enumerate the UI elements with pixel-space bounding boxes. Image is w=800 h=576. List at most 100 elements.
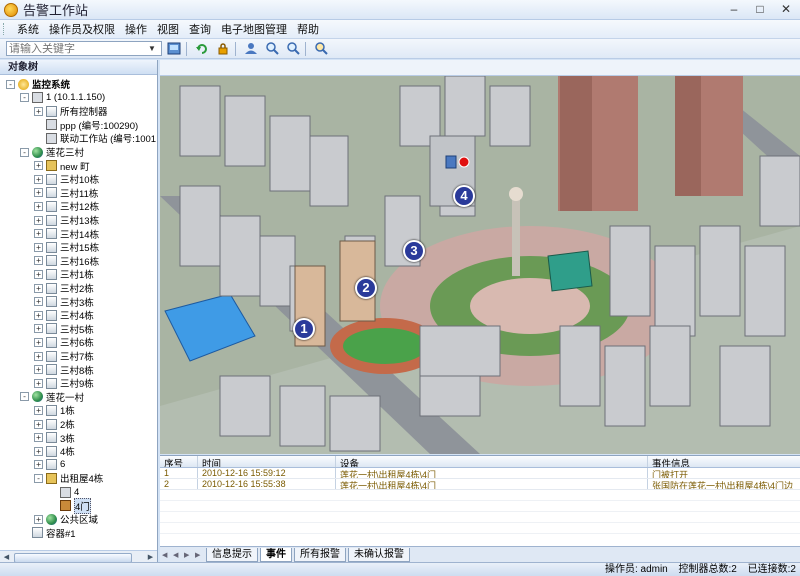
tab-prev-icon[interactable]: ◀ [173,551,182,559]
tree-node[interactable]: 4门 [48,497,91,514]
menu-view[interactable]: 视图 [152,21,184,37]
tree-node[interactable]: + 公共区域 [34,513,98,526]
expand-icon[interactable]: + [34,446,43,456]
expand-icon[interactable]: + [34,283,43,293]
tab-first-icon[interactable]: ◀ [162,551,171,559]
expand-icon[interactable]: + [34,201,43,211]
tree-node[interactable]: + 三村11栋 [34,187,98,200]
col-index[interactable]: 序号 [160,456,198,467]
collapse-icon[interactable]: - [6,79,15,89]
menu-help[interactable]: 帮助 [292,21,324,37]
search-input[interactable] [7,42,145,55]
tree-node[interactable]: + 所有控制器 [34,105,108,118]
menu-query[interactable]: 查询 [184,21,216,37]
tab-next-icon[interactable]: ▶ [184,551,193,559]
expand-icon[interactable]: + [34,161,43,171]
tree-node[interactable]: +3栋 [34,432,75,445]
tree-node[interactable]: +4栋 [34,445,75,458]
col-device[interactable]: 设备 [336,456,648,467]
chevron-down-icon[interactable]: ▼ [145,42,159,55]
tree-node[interactable]: + 三村12栋 [34,200,99,213]
col-time[interactable]: 时间 [198,456,336,467]
expand-icon[interactable]: + [34,514,43,524]
expand-icon[interactable]: + [34,106,43,116]
tree-node[interactable]: + 三村5栋 [34,323,94,336]
tree-node[interactable]: - 莲花一村 [20,391,84,404]
tree-node[interactable]: +6 [34,459,65,471]
collapse-icon[interactable]: - [20,147,29,157]
maximize-button[interactable]: □ [750,2,770,17]
menu-emap[interactable]: 电子地图管理 [216,21,292,37]
expand-icon[interactable]: + [34,351,43,361]
map-marker-3[interactable]: 3 [403,240,425,262]
expand-icon[interactable]: + [34,310,43,320]
expand-icon[interactable]: + [34,405,43,415]
tab-unconfirmed-alarms[interactable]: 未确认报警 [348,547,410,562]
expand-icon[interactable]: + [34,378,43,388]
tree-node[interactable]: + 三村13栋 [34,214,99,227]
expand-icon[interactable]: + [34,460,43,470]
map-button[interactable] [165,41,183,57]
expand-icon[interactable]: + [34,419,43,429]
lock-button[interactable] [214,41,232,57]
expand-icon[interactable]: + [34,242,43,252]
tree-node[interactable]: 4 [48,486,79,498]
tree-node[interactable]: +1栋 [34,404,75,417]
tree-node[interactable]: - 监控系统 [6,78,70,91]
refresh-button[interactable] [193,41,211,57]
search-combobox[interactable]: ▼ [6,41,162,56]
tree-node[interactable]: + 三村7栋 [34,350,94,363]
tree-node[interactable]: + 三村4栋 [34,309,94,322]
expand-icon[interactable]: + [34,324,43,334]
expand-icon[interactable]: + [34,215,43,225]
tab-last-icon[interactable]: ▶ [195,551,204,559]
tree-node[interactable]: 联动工作站 (编号:1001 [34,132,156,145]
user-button[interactable] [242,41,260,57]
table-row[interactable]: 2 2010-12-16 15:55:38 莲花一村\出租屋4栋\4门 张国防在… [160,479,800,490]
tab-events[interactable]: 事件 [260,547,292,562]
expand-icon[interactable]: + [34,433,43,443]
tree-node[interactable]: - 莲花三村 [20,146,84,159]
expand-icon[interactable]: + [34,297,43,307]
expand-icon[interactable]: + [34,229,43,239]
tree-node[interactable]: +2栋 [34,418,75,431]
electronic-map[interactable]: 1 2 3 4 [160,76,800,454]
tree-node[interactable]: + 三村14栋 [34,228,99,241]
tree-node[interactable]: + 三村16栋 [34,255,99,268]
tab-info[interactable]: 信息提示 [206,547,258,562]
tree-node[interactable]: + 三村10栋 [34,173,99,186]
tree-node[interactable]: + new 町 [34,160,90,173]
map-marker-2[interactable]: 2 [355,277,377,299]
expand-icon[interactable]: + [34,337,43,347]
expand-icon[interactable]: + [34,174,43,184]
map-marker-4[interactable]: 4 [453,185,475,207]
menu-operate[interactable]: 操作 [120,21,152,37]
menu-system[interactable]: 系统 [12,21,44,37]
collapse-icon[interactable]: - [20,392,29,402]
expand-icon[interactable]: + [34,188,43,198]
tree-node[interactable]: + 三村15栋 [34,241,99,254]
map-marker-1[interactable]: 1 [293,318,315,340]
tree-node[interactable]: + 三村9栋 [34,377,94,390]
tab-all-alarms[interactable]: 所有报警 [294,547,346,562]
zoom-out-button[interactable] [284,41,302,57]
expand-icon[interactable]: + [34,365,43,375]
collapse-icon[interactable]: - [34,473,43,483]
tree-node[interactable]: + 三村6栋 [34,336,94,349]
tree-node[interactable]: + 三村3栋 [34,296,94,309]
menu-operators[interactable]: 操作员及权限 [44,21,120,37]
collapse-icon[interactable]: - [20,93,29,103]
tree-node[interactable]: - 出租屋4栋 [34,472,103,485]
expand-icon[interactable]: + [34,269,43,279]
tree-node[interactable]: ppp (编号:100290) [34,119,138,132]
locate-button[interactable] [312,41,330,57]
col-event-info[interactable]: 事件信息 [648,456,800,467]
expand-icon[interactable]: + [34,256,43,266]
tree-node[interactable]: 容器#1 [20,527,76,540]
close-button[interactable]: ✕ [776,2,796,17]
zoom-in-button[interactable] [263,41,281,57]
table-row[interactable]: 1 2010-12-16 15:59:12 莲花一村\出租屋4栋\4门 门被打开 [160,468,800,479]
tree-node[interactable]: + 三村2栋 [34,282,94,295]
minimize-button[interactable]: – [724,2,744,17]
tree-node[interactable]: - 1 (10.1.1.150) [20,92,105,104]
